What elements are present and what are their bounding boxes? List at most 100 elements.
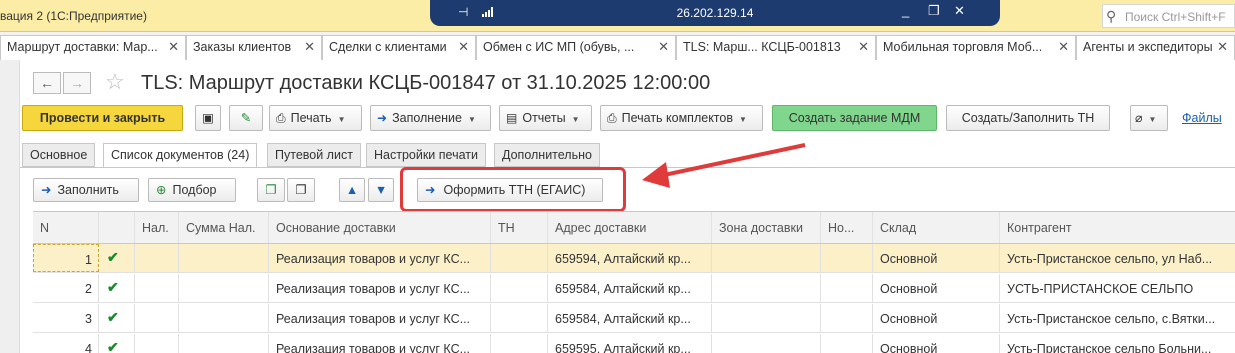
print-button[interactable]: ⎙ Печать ▼ [269, 105, 362, 131]
highlight-annotation [400, 167, 626, 212]
col-header[interactable]: N [33, 212, 99, 243]
back-button[interactable]: ← [33, 72, 61, 94]
attach-button[interactable]: ⌀ ▼ [1130, 105, 1168, 131]
close-tab-icon[interactable]: ✕ [304, 39, 315, 55]
row-checkbox[interactable]: ✔ [99, 334, 135, 353]
address-cell: 659584, Алтайский кр... [548, 304, 712, 332]
minimize-icon[interactable]: _ [902, 3, 909, 18]
tax-cell [135, 244, 179, 272]
col-header[interactable]: Но... [821, 212, 873, 243]
window-tab[interactable]: Агенты и экспедиторы ✕ [1076, 35, 1235, 60]
window-tab[interactable]: Обмен с ИС МП (обувь, ... ✕ [476, 35, 676, 60]
basis-cell: Реализация товаров и услуг КС... [269, 244, 491, 272]
counterparty-cell: Усть-Пристанское сельпо, с.Вятки... [1007, 312, 1216, 326]
table-row[interactable]: 1 ✔ Реализация товаров и услуг КС... 659… [33, 244, 1235, 273]
window-tab[interactable]: Маршрут доставки: Мар... ✕ [0, 35, 186, 60]
app-title: вация 2 (1С:Предприятие) [0, 9, 147, 23]
row-number: 3 [33, 304, 99, 332]
select-button[interactable]: ⊕ Подбор [148, 178, 236, 202]
search-icon: ⚲ [1106, 8, 1117, 24]
col-header[interactable]: Нал. [135, 212, 179, 243]
row-checkbox[interactable]: ✔ [99, 274, 135, 302]
tax-cell [135, 334, 179, 353]
tab-documents[interactable]: Список документов (24) [103, 143, 258, 168]
zone-cell [712, 334, 821, 353]
window-tabs: Маршрут доставки: Мар... ✕ Заказы клиенто… [0, 32, 1235, 60]
forward-button[interactable]: → [63, 72, 91, 94]
warehouse-cell: Основной [873, 304, 1000, 332]
close-tab-icon[interactable]: ✕ [458, 39, 469, 55]
checkmark-icon: ✔ [107, 249, 119, 265]
row-checkbox[interactable]: ✔ [99, 304, 135, 332]
row-checkbox[interactable]: ✔ [99, 244, 135, 272]
window-tab[interactable]: Мобильная торговля Моб... ✕ [876, 35, 1076, 60]
print-sets-button[interactable]: ⎙ Печать комплектов ▼ [600, 105, 763, 131]
page-title: TLS: Маршрут доставки КСЦБ-001847 от 31.… [141, 72, 711, 94]
uncheck-all-icon[interactable]: ❐ [287, 178, 315, 202]
address-cell: 659584, Алтайский кр... [548, 274, 712, 302]
window-tab[interactable]: Сделки с клиентами ✕ [322, 35, 476, 60]
row-number: 4 [33, 334, 99, 353]
post-document-icon[interactable]: ✎ [229, 105, 263, 131]
favorite-star-icon[interactable]: ☆ [105, 69, 125, 95]
close-icon[interactable]: ✕ [954, 3, 965, 19]
close-tab-icon[interactable]: ✕ [1217, 39, 1228, 55]
print-label: Печать [290, 111, 332, 125]
col-header[interactable]: Сумма Нал. [179, 212, 269, 243]
close-tab-icon[interactable]: ✕ [858, 39, 869, 55]
dropdown-arrow-icon: ▼ [571, 115, 580, 124]
fill-table-button[interactable]: ➜ Заполнить [33, 178, 139, 202]
col-header[interactable]: Адрес доставки [548, 212, 712, 243]
restore-icon[interactable]: ❐ [928, 3, 940, 19]
global-search-input[interactable]: ⚲ Поиск Ctrl+Shift+F [1102, 4, 1235, 28]
no-cell [821, 244, 873, 272]
report-icon: ▤ [506, 111, 518, 125]
search-placeholder: Поиск Ctrl+Shift+F [1125, 10, 1226, 24]
tab-print-settings[interactable]: Настройки печати [366, 143, 486, 167]
save-icon[interactable]: ▣ [195, 105, 221, 131]
close-tab-icon[interactable]: ✕ [658, 39, 669, 55]
zone-cell [712, 274, 821, 302]
table-row[interactable]: 2 ✔ Реализация товаров и услуг КС... 659… [33, 274, 1235, 303]
files-link[interactable]: Файлы [1182, 111, 1222, 125]
table-row[interactable]: 4 ✔ Реализация товаров и услуг КС... 659… [33, 334, 1235, 353]
tax-sum-cell [179, 274, 269, 302]
create-tn-button[interactable]: Создать/Заполнить ТН [946, 105, 1110, 131]
tab-additional[interactable]: Дополнительно [494, 143, 600, 167]
dropdown-arrow-icon: ▼ [739, 115, 747, 124]
check-all-icon[interactable]: ❐ [257, 178, 285, 202]
reports-label: Отчеты [522, 111, 566, 125]
tab-main[interactable]: Основное [22, 143, 96, 167]
window-tab-label: Мобильная торговля Моб... [883, 40, 1043, 54]
window-tab[interactable]: Заказы клиентов ✕ [186, 35, 322, 60]
tab-waybill[interactable]: Путевой лист [267, 143, 361, 167]
close-tab-icon[interactable]: ✕ [168, 39, 179, 55]
reports-button[interactable]: ▤ Отчеты ▼ [499, 105, 592, 131]
tn-cell [491, 244, 548, 272]
col-header[interactable]: Контрагент [1000, 212, 1235, 243]
fill-button[interactable]: ➜ Заполнение ▼ [370, 105, 491, 131]
left-gutter [0, 60, 20, 353]
close-tab-icon[interactable]: ✕ [1058, 39, 1069, 55]
warehouse-cell: Основной [873, 334, 1000, 353]
checkmark-icon: ✔ [107, 309, 119, 325]
window-tab[interactable]: TLS: Марш... КСЦБ-001813 ✕ [676, 35, 876, 60]
tax-sum-cell [179, 304, 269, 332]
dropdown-arrow-icon: ▼ [337, 115, 346, 124]
move-down-icon[interactable]: ▼ [368, 178, 394, 202]
col-header[interactable]: Зона доставки [712, 212, 821, 243]
window-tab-label: Обмен с ИС МП (обувь, ... [483, 40, 635, 54]
create-mdm-task-button[interactable]: Создать задание МДМ [772, 105, 937, 131]
checkmark-icon: ✔ [107, 279, 119, 295]
col-header[interactable]: Основание доставки [269, 212, 491, 243]
title-bar: вация 2 (1С:Предприятие) ⊣ 26.202.129.14… [0, 0, 1235, 32]
col-header[interactable] [99, 212, 135, 243]
window-tab-label: Заказы клиентов [193, 40, 292, 54]
table-row[interactable]: 3 ✔ Реализация товаров и услуг КС... 659… [33, 304, 1235, 333]
col-header[interactable]: Склад [873, 212, 1000, 243]
col-header[interactable]: ТН [491, 212, 548, 243]
move-up-icon[interactable]: ▲ [339, 178, 365, 202]
window-tab-label: TLS: Марш... КСЦБ-001813 [683, 40, 841, 54]
post-and-close-button[interactable]: Провести и закрыть [22, 105, 183, 131]
window-tab-label: Сделки с клиентами [329, 40, 447, 54]
